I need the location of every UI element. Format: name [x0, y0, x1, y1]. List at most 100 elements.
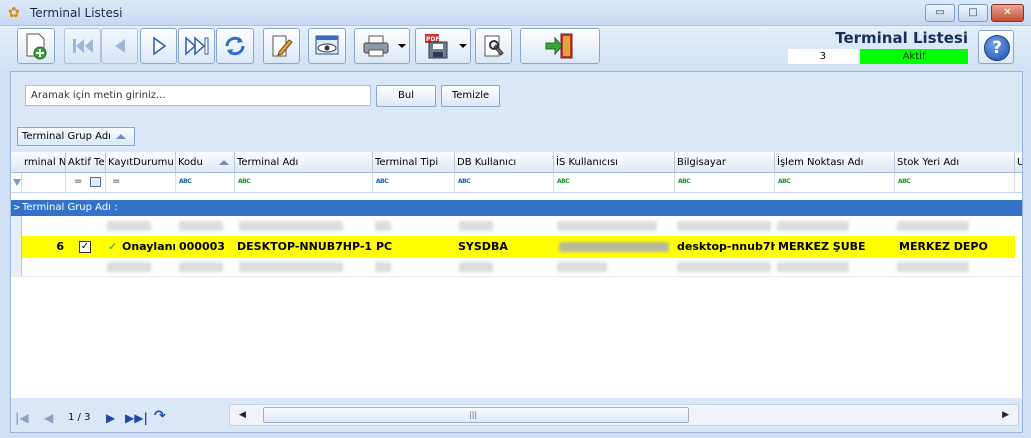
sort-ascending-icon — [116, 134, 126, 139]
edit-button[interactable] — [263, 28, 300, 64]
previous-record-button[interactable] — [101, 28, 138, 64]
help-icon: ? — [984, 35, 1010, 61]
redacted-cell — [179, 262, 223, 272]
clear-button[interactable]: Temizle — [441, 85, 500, 107]
redacted-cell — [777, 221, 849, 231]
butterfly-icon: ✿ — [8, 5, 20, 21]
maximize-button[interactable]: □ — [958, 4, 988, 22]
last-page-icon[interactable]: ▶▶| — [125, 411, 148, 425]
cell-terminal-type: PC — [376, 240, 393, 253]
redacted-cell — [107, 262, 151, 272]
text-filter-icon: ABC — [898, 178, 911, 185]
equals-icon: = — [112, 176, 121, 187]
filter-cell[interactable] — [22, 173, 66, 193]
cell-record-status: Onaylanı — [122, 240, 175, 253]
column-terminal-no[interactable]: rminal No — [22, 152, 66, 173]
settings-button[interactable] — [475, 28, 512, 64]
first-record-button[interactable] — [64, 28, 101, 64]
column-header-row: rminal No Aktif Te KayıtDurumu Kodu Term… — [11, 152, 1022, 173]
column-is-user[interactable]: İS Kullanıcısı — [554, 152, 675, 173]
checkbox-filter-icon — [90, 177, 101, 187]
scrollbar-thumb[interactable]: ||| — [263, 407, 689, 423]
print-button[interactable] — [354, 28, 410, 64]
redacted-cell — [239, 221, 343, 231]
help-button[interactable]: ? — [978, 30, 1014, 64]
filter-cell[interactable]: = — [106, 173, 176, 193]
column-truncated[interactable]: U — [1015, 152, 1022, 173]
search-input[interactable] — [25, 85, 371, 106]
settings-icon — [484, 35, 504, 57]
row-indicator[interactable] — [11, 236, 22, 258]
column-computer[interactable]: Bilgisayar — [675, 152, 775, 173]
column-code-label: Kodu — [178, 157, 203, 168]
new-record-button[interactable] — [17, 28, 55, 64]
column-db-user[interactable]: DB Kullanıcı — [455, 152, 554, 173]
redacted-cell — [557, 262, 607, 272]
row-divider — [11, 276, 1022, 277]
chevron-down-icon — [459, 44, 467, 48]
page-indicator: 1 / 3 — [68, 412, 91, 423]
row-indicator[interactable] — [11, 216, 22, 236]
column-terminal-type[interactable]: Terminal Tipi — [373, 152, 455, 173]
group-row[interactable]: > Terminal Grup Adı : — [11, 200, 1022, 216]
chevron-down-icon — [398, 44, 406, 48]
filter-cell[interactable]: ABC — [775, 173, 895, 193]
filter-cell[interactable]: ABC — [554, 173, 675, 193]
redacted-cell — [375, 262, 391, 272]
text-filter-icon: ABC — [557, 178, 570, 185]
redacted-cell — [677, 221, 771, 231]
filter-row-indicator — [11, 173, 22, 193]
grid-footer: |◀ ◀ 1 / 3 ▶ ▶▶| ↷ ◀ ||| ▶ — [11, 402, 1022, 430]
pdf-save-button[interactable]: PDF — [415, 28, 471, 64]
filter-cell[interactable]: ABC — [675, 173, 775, 193]
filter-cell[interactable]: ABC — [373, 173, 455, 193]
exit-button[interactable] — [520, 28, 600, 64]
redacted-cell — [459, 221, 493, 231]
selected-table-row[interactable]: 6 ✓ Onaylanı 000003 DESKTOP-NNUB7HP-1 PC… — [22, 236, 1015, 258]
scroll-left-icon[interactable]: ◀ — [239, 410, 246, 420]
text-filter-icon: ABC — [678, 178, 691, 185]
filter-cell[interactable]: ABC — [895, 173, 1015, 193]
column-terminal-name[interactable]: Terminal Adı — [235, 152, 373, 173]
group-by-chip[interactable]: Terminal Grup Adı — [17, 127, 135, 146]
preview-button[interactable] — [308, 28, 346, 64]
filter-row: = = ABC ABC ABC ABC ABC ABC ABC ABC — [11, 173, 1022, 193]
filter-cell[interactable]: = — [66, 173, 106, 193]
last-record-icon — [184, 36, 208, 56]
minimize-button[interactable]: ▭ — [925, 4, 955, 22]
text-filter-icon: ABC — [458, 178, 471, 185]
column-active[interactable]: Aktif Te — [66, 152, 106, 173]
first-page-icon[interactable]: |◀ — [15, 411, 29, 425]
filter-cell[interactable]: ABC — [235, 173, 373, 193]
next-record-button[interactable] — [140, 28, 177, 64]
previous-page-icon[interactable]: ◀ — [44, 411, 53, 425]
column-record-status[interactable]: KayıtDurumu — [106, 152, 176, 173]
exit-icon — [545, 33, 573, 59]
close-button[interactable]: ✕ — [991, 4, 1024, 22]
last-record-button[interactable] — [178, 28, 215, 64]
next-page-icon[interactable]: ▶ — [106, 411, 115, 425]
pdf-save-icon: PDF — [425, 34, 448, 59]
refresh-button[interactable] — [216, 28, 254, 64]
cell-code: 000003 — [179, 240, 225, 253]
horizontal-scrollbar[interactable]: ◀ ||| ▶ — [229, 404, 1019, 426]
cell-terminal-name: DESKTOP-NNUB7HP-1 — [237, 240, 373, 253]
text-filter-icon: ABC — [778, 178, 791, 185]
column-process-point[interactable]: İşlem Noktası Adı — [775, 152, 895, 173]
redo-icon[interactable]: ↷ — [154, 408, 166, 424]
column-code[interactable]: Kodu — [176, 152, 235, 173]
scroll-right-icon[interactable]: ▶ — [1002, 410, 1009, 420]
active-checkbox[interactable]: ✓ — [79, 241, 91, 253]
row-indicator[interactable] — [11, 258, 22, 276]
column-stock-place[interactable]: Stok Yeri Adı — [895, 152, 1015, 173]
redacted-cell — [375, 221, 391, 231]
new-record-icon — [26, 33, 47, 60]
redacted-cell — [677, 262, 771, 272]
equals-icon: = — [74, 176, 83, 187]
find-button[interactable]: Bul — [376, 85, 436, 107]
cell-computer: desktop-nnub7h — [677, 240, 775, 253]
filter-cell[interactable]: ABC — [176, 173, 235, 193]
redacted-cell — [179, 221, 223, 231]
filter-cell[interactable]: ABC — [455, 173, 554, 193]
filter-icon — [13, 179, 21, 186]
